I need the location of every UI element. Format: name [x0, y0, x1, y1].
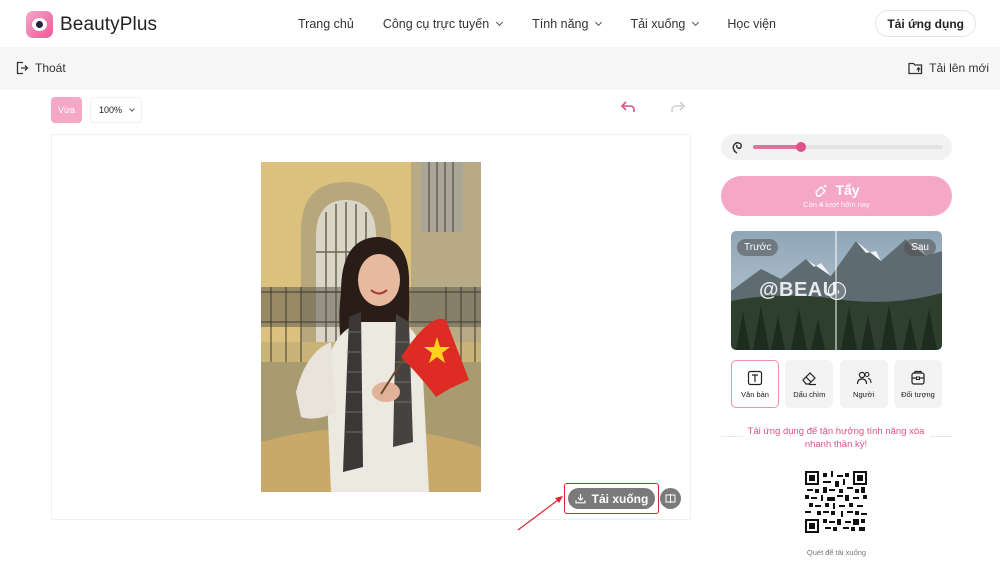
tool-text-label: Văn bản: [741, 389, 769, 399]
exit-label: Thoát: [35, 61, 66, 75]
nav-academy[interactable]: Học viện: [727, 17, 776, 31]
chevron-down-icon: [692, 18, 700, 26]
exit-button[interactable]: Thoát: [15, 61, 66, 75]
annotation-arrow: [517, 496, 563, 531]
compare-handle-icon[interactable]: ‹›: [828, 282, 846, 300]
tool-watermark-label: Dấu chìm: [793, 389, 826, 399]
watermark-text: @BEAU: [759, 279, 838, 301]
app-promo-text: Tải ứng dụng để tận hưởng tính năng xóa …: [747, 426, 925, 450]
download-button[interactable]: Tải xuống: [568, 488, 655, 509]
nav-features[interactable]: Tính năng: [532, 16, 603, 31]
beautyplus-logo-icon: [26, 11, 53, 38]
remaining-prefix: Còn: [803, 200, 820, 209]
download-icon: [575, 494, 586, 504]
uploaded-photo[interactable]: [261, 162, 481, 492]
before-after-preview[interactable]: @BEAU Trước Sau ‹›: [731, 231, 942, 350]
people-icon: [856, 371, 872, 384]
main-nav: Trang chủ Công cụ trực tuyến Tính năng T…: [298, 0, 776, 47]
erase-mode-tools: Văn bản Dấu chìm Người Đối tượng: [731, 360, 942, 408]
photo-illustration: [261, 162, 481, 492]
object-icon: [911, 370, 925, 385]
nav-home-label: Trang chủ: [298, 16, 354, 31]
brush-size-slider[interactable]: [721, 134, 952, 160]
eraser-icon: [802, 371, 817, 385]
brush-icon: [732, 142, 742, 154]
upload-new-label: Tải lên mới: [929, 61, 989, 75]
compare-icon: [665, 494, 676, 503]
remaining-suffix: lượt hôm nay: [823, 200, 870, 209]
erase-label: Tẩy: [835, 182, 860, 198]
tool-people[interactable]: Người: [839, 360, 888, 408]
fit-button[interactable]: Vừa: [51, 97, 82, 123]
qr-code: [805, 471, 867, 533]
erase-button[interactable]: Tẩy Còn 4 lượt hôm nay: [721, 176, 952, 216]
before-label: Trước: [737, 239, 779, 256]
tool-object[interactable]: Đối tượng: [893, 360, 942, 408]
brand-logo[interactable]: BeautyPlus: [26, 11, 157, 38]
tool-text[interactable]: Văn bản: [731, 360, 779, 408]
compare-button[interactable]: [660, 488, 681, 509]
nav-online-tools-label: Công cụ trực tuyến: [382, 16, 490, 31]
text-icon: [747, 370, 763, 385]
get-app-label: Tải ứng dụng: [887, 16, 964, 31]
download-label: Tải xuống: [591, 491, 649, 506]
tool-people-label: Người: [853, 389, 875, 399]
tool-watermark[interactable]: Dấu chìm: [785, 360, 834, 408]
zoom-value: 100%: [99, 105, 123, 115]
erase-main: Tẩy: [721, 182, 952, 198]
nav-download-label: Tải xuống: [630, 16, 686, 31]
get-app-button[interactable]: Tải ứng dụng: [875, 10, 976, 37]
divider: [721, 436, 743, 437]
erase-remaining: Còn 4 lượt hôm nay: [721, 200, 952, 209]
slider-fill: [753, 145, 801, 149]
after-label: Sau: [904, 239, 936, 256]
slider-thumb[interactable]: [795, 142, 806, 152]
nav-home[interactable]: Trang chủ: [298, 17, 354, 31]
tool-object-label: Đối tượng: [901, 389, 935, 399]
redo-icon[interactable]: [670, 100, 686, 114]
nav-academy-label: Học viện: [727, 16, 777, 31]
exit-icon: [16, 61, 29, 75]
erase-sparkle-icon: [815, 184, 828, 197]
folder-upload-icon: [908, 62, 923, 75]
chevron-down-icon: [129, 106, 135, 112]
zoom-select[interactable]: 100%: [90, 97, 142, 123]
top-navigation: BeautyPlus Trang chủ Công cụ trực tuyến …: [0, 0, 1000, 47]
chevron-down-icon: [595, 18, 603, 26]
fit-label: Vừa: [57, 105, 76, 115]
undo-icon[interactable]: [620, 100, 636, 114]
scan-label: Quét để tải xuống: [806, 548, 867, 557]
divider: [930, 436, 952, 437]
nav-online-tools[interactable]: Công cụ trực tuyến: [382, 16, 504, 31]
upload-new-button[interactable]: Tải lên mới: [908, 61, 989, 75]
nav-features-label: Tính năng: [532, 16, 589, 31]
nav-download[interactable]: Tải xuống: [630, 16, 700, 31]
brand-name: BeautyPlus: [60, 13, 158, 35]
chevron-down-icon: [496, 18, 504, 26]
editor-toolbar: Thoát Tải lên mới: [0, 47, 1000, 90]
